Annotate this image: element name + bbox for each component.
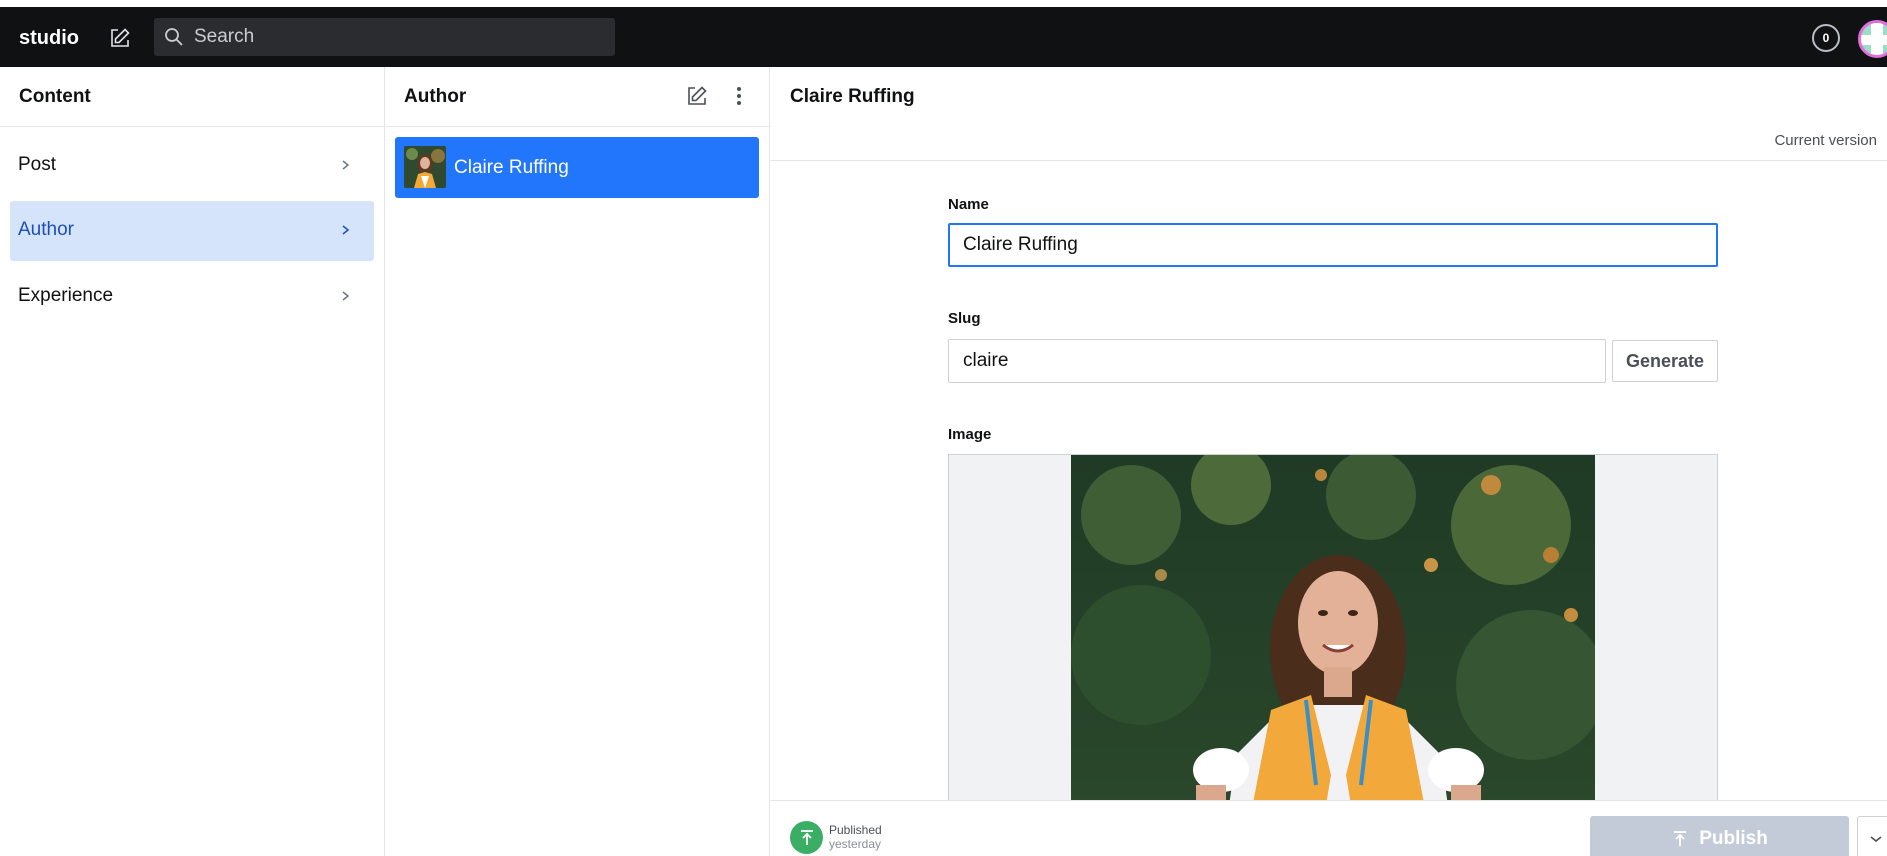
content-pane: Content Post Author Experience — [0, 67, 385, 856]
publish-status: Published yesterday — [829, 823, 882, 851]
author-pane-header: Author — [385, 67, 769, 127]
more-vertical-icon[interactable] — [724, 81, 754, 111]
publish-icon — [1674, 831, 1687, 846]
publish-button[interactable]: Publish — [1590, 816, 1849, 856]
publish-button-label: Publish — [1699, 828, 1768, 849]
menu-item-experience[interactable]: Experience — [10, 267, 374, 327]
chevron-right-icon — [342, 291, 350, 301]
image-field[interactable] — [948, 454, 1718, 856]
publish-status-label: Published — [829, 823, 882, 837]
document-title: Claire Ruffing — [454, 157, 569, 178]
version-selector[interactable]: Current version — [1774, 132, 1877, 149]
author-thumbnail — [404, 146, 446, 188]
chevron-down-icon — [1870, 836, 1882, 843]
published-status-icon — [790, 821, 823, 854]
content-pane-header: Content — [0, 67, 384, 127]
search-bar[interactable] — [154, 18, 615, 56]
document-subheader — [770, 127, 1887, 161]
window-top-strip — [0, 0, 1887, 7]
image-field-label: Image — [948, 426, 992, 443]
content-pane-title: Content — [19, 86, 91, 107]
author-pane-title: Author — [404, 86, 467, 107]
author-photo — [1071, 455, 1595, 856]
document-footer: Published yesterday Publish — [770, 800, 1887, 856]
document-row-claire-ruffing[interactable]: Claire Ruffing — [395, 137, 759, 198]
user-avatar[interactable] — [1858, 20, 1887, 58]
chevron-right-icon — [342, 160, 350, 170]
menu-item-label: Post — [18, 154, 57, 175]
publish-more-options-button[interactable] — [1857, 816, 1887, 856]
menu-item-label: Experience — [18, 285, 114, 306]
chevron-right-icon — [342, 225, 350, 235]
menu-item-author[interactable]: Author — [10, 201, 374, 261]
menu-item-post[interactable]: Post — [10, 136, 374, 196]
top-navbar: studio 0 — [0, 7, 1887, 67]
slug-field-label: Slug — [948, 310, 981, 327]
document-pane: Claire Ruffing Current version Name Slug… — [770, 67, 1887, 856]
search-icon — [164, 27, 184, 47]
create-document-icon[interactable] — [682, 81, 712, 111]
document-title-heading: Claire Ruffing — [790, 86, 915, 107]
notification-badge[interactable]: 0 — [1812, 24, 1840, 52]
publish-status-time: yesterday — [829, 837, 882, 851]
compose-icon[interactable] — [107, 25, 133, 51]
author-pane: Author Claire Ruffing — [385, 67, 770, 856]
studio-brand[interactable]: studio — [19, 27, 79, 50]
generate-slug-button[interactable]: Generate — [1612, 340, 1718, 382]
slug-input[interactable] — [948, 339, 1606, 383]
name-field-label: Name — [948, 196, 989, 213]
name-input[interactable] — [948, 223, 1718, 267]
document-header: Claire Ruffing — [770, 67, 1887, 127]
menu-item-label: Author — [18, 219, 74, 240]
search-input[interactable] — [194, 18, 604, 56]
